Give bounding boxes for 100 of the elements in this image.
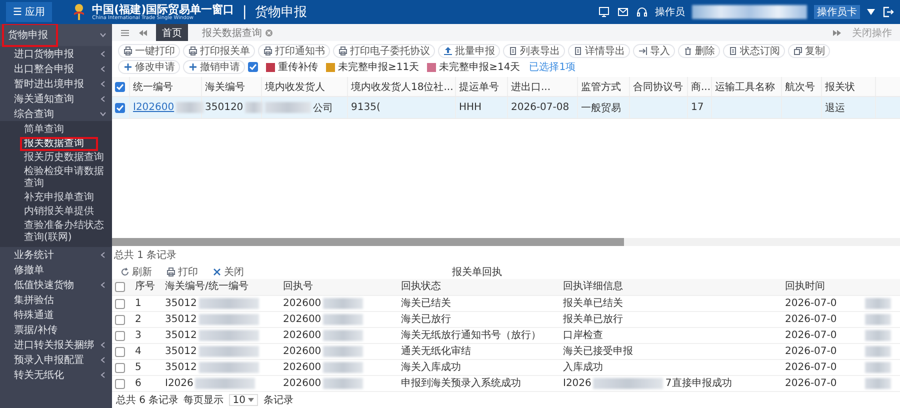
redacted-area	[323, 346, 364, 357]
toolbar-button[interactable]: 一键打印	[118, 44, 180, 58]
submenu-item[interactable]: 检验检疫申请数据查询	[0, 165, 112, 191]
sidebar-item[interactable]: 票据/补传	[0, 322, 112, 337]
column-header: 回执号	[282, 280, 314, 294]
forward-icon	[832, 28, 842, 38]
tab[interactable]: 报关数据查询	[196, 24, 279, 41]
caret-icon	[248, 398, 254, 402]
sidebar-item[interactable]: 出口整合申报	[0, 61, 112, 76]
table-cell: 海关已放行	[401, 314, 451, 326]
table-cell: 35012	[165, 298, 197, 310]
sidebar-item[interactable]: 货物申报	[0, 24, 112, 46]
document-icon	[508, 46, 518, 56]
checkbox[interactable]	[115, 378, 125, 388]
menu-icon	[120, 28, 130, 38]
emblem-icon	[72, 3, 86, 21]
monitor-icon	[598, 6, 610, 18]
redacted-area	[198, 298, 259, 309]
toolbar-button[interactable]: 详情导出	[568, 44, 630, 58]
tab[interactable]: 首页	[156, 24, 188, 41]
sidebar-item[interactable]: 修撤单	[0, 262, 112, 277]
sidebar-item[interactable]: 海关通知查询	[0, 91, 112, 106]
table-cell: 口岸检查	[563, 330, 603, 342]
table-cell: 9135(	[351, 102, 380, 113]
submenu-item[interactable]: 补充申报单查询	[0, 191, 112, 205]
redacted-area	[323, 378, 364, 389]
toolbar-button[interactable]: 撤销申请	[183, 60, 245, 74]
sidebar-item[interactable]: 集拼验估	[0, 292, 112, 307]
table-cell: 报关单已放行	[563, 314, 623, 326]
toolbar-button[interactable]: 打印报关单	[183, 44, 255, 58]
toolbar-button[interactable]: 导入	[633, 44, 675, 58]
table-cell: 通关无纸化审结	[401, 346, 471, 358]
submenu-item[interactable]: 查验准备办结状态查询(联网)	[0, 219, 112, 245]
toolbar-button[interactable]: 打印电子委托协议	[333, 44, 435, 58]
submenu-item[interactable]: 简单查询	[0, 123, 112, 137]
checkbox[interactable]	[115, 330, 125, 340]
caret-icon	[867, 9, 875, 15]
close-icon	[265, 28, 273, 36]
table-cell-text: 公司	[313, 102, 333, 114]
sidebar-item[interactable]: 低值快速货物	[0, 277, 112, 292]
redacted-area	[323, 314, 364, 325]
checkbox[interactable]	[115, 82, 125, 92]
selected-row[interactable]: I202600 350120 公司 9135( HHH 2026-07-08 一般贸易 17 退运	[112, 97, 900, 119]
toolbar-button[interactable]: 复制	[788, 44, 830, 58]
selection-count[interactable]: 已选择1项	[529, 60, 576, 74]
table-cell: HHH	[459, 102, 482, 113]
toolbar-button[interactable]: 列表导出	[503, 44, 565, 58]
sidebar-item[interactable]: 转关无纸化	[0, 367, 112, 382]
table-cell: 35012	[165, 346, 197, 358]
checkbox[interactable]	[115, 362, 125, 372]
column-header: 提运单号	[456, 77, 508, 96]
submenu-item[interactable]: 内销报关单提供	[0, 205, 112, 219]
column-header: 境内收发货人18位社...	[348, 77, 456, 96]
submenu-item[interactable]: 报关历史数据查询	[0, 151, 112, 165]
column-header: 回执时间	[784, 280, 826, 294]
table-cell: 350120	[205, 102, 244, 113]
chevron-left-icon	[100, 66, 106, 72]
redacted-area	[593, 378, 664, 389]
scrollbar-thumb[interactable]	[112, 238, 624, 246]
page-size-select[interactable]: 10	[228, 394, 258, 406]
table-cell: 2026-07-0	[785, 346, 837, 358]
checkbox[interactable]	[115, 346, 125, 356]
upload-icon	[443, 46, 453, 56]
column-header: 序号	[134, 280, 156, 294]
record-link[interactable]: I202600	[133, 102, 174, 113]
sidebar-item[interactable]: 综合查询	[0, 106, 112, 121]
role-badge: 操作员卡	[814, 5, 860, 19]
redacted-area	[198, 362, 259, 373]
mail-icon	[617, 6, 629, 18]
chevron-left-icon	[100, 356, 106, 362]
record-count: 总共 6 条记录	[116, 394, 179, 407]
sidebar-item[interactable]: 业务统计	[0, 247, 112, 262]
toolbar-button[interactable]: 打印通知书	[258, 44, 330, 58]
chevron-down-icon	[100, 110, 106, 116]
table-cell: 202600	[283, 314, 322, 326]
checkbox[interactable]	[115, 314, 125, 324]
column-header: 运输工具名称	[712, 77, 782, 96]
sidebar-item[interactable]: 特殊通道	[0, 307, 112, 322]
sidebar-item[interactable]: 预录入申报配置	[0, 352, 112, 367]
checkbox[interactable]	[248, 62, 258, 72]
sidebar-item[interactable]: 暂时进出境申报	[0, 76, 112, 91]
redacted-area	[865, 298, 891, 309]
toolbar-button[interactable]: 批量申报	[438, 44, 500, 58]
toolbar-button[interactable]: 修改申请	[118, 60, 180, 74]
sidebar-item[interactable]: 进口货物申报	[0, 46, 112, 61]
chevron-left-icon	[100, 282, 106, 288]
close-icon	[212, 266, 222, 276]
chevron-left-icon	[100, 50, 106, 56]
checkbox[interactable]	[115, 102, 125, 112]
table-cell-text: 一般贸易	[581, 102, 621, 114]
checkbox[interactable]	[115, 282, 125, 292]
sidebar-item[interactable]: 进口转关报关捆绑	[0, 337, 112, 352]
chevron-left-icon	[100, 252, 106, 258]
checkbox[interactable]	[115, 298, 125, 308]
column-header: 回执状态	[400, 280, 442, 294]
toolbar-button[interactable]: 删除	[678, 44, 720, 58]
toolbar-button[interactable]: 状态订阅	[723, 44, 785, 58]
column-header: 商...	[688, 77, 712, 96]
printer-icon	[338, 46, 348, 56]
apps-button[interactable]: ☰ 应用	[6, 2, 52, 22]
